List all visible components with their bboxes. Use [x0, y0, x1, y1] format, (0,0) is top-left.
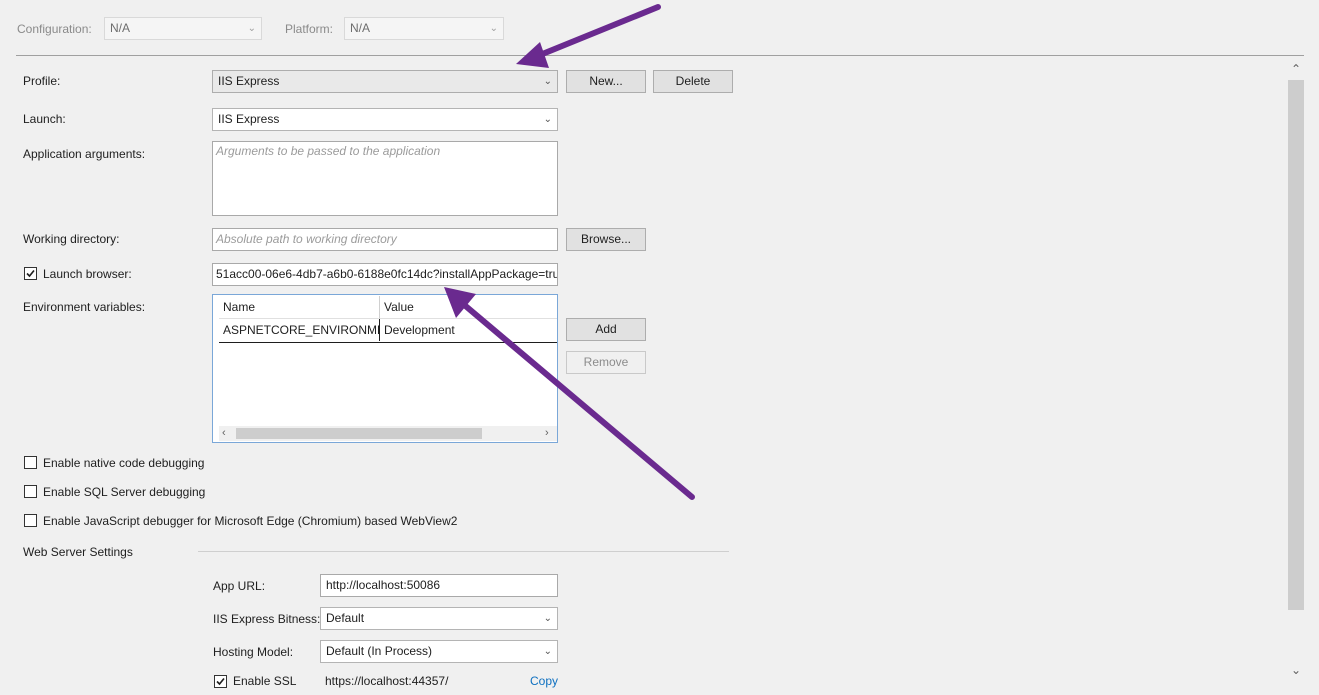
- working-dir-input[interactable]: Absolute path to working directory: [212, 228, 558, 251]
- web-server-divider: [198, 551, 729, 552]
- scrollbar-thumb[interactable]: [236, 428, 482, 439]
- working-dir-placeholder: Absolute path to working directory: [216, 232, 397, 246]
- native-debugging-label: Enable native code debugging: [43, 456, 205, 470]
- platform-label: Platform:: [285, 22, 334, 36]
- chevron-down-icon: ⌄: [543, 646, 552, 657]
- bitness-value: Default: [326, 611, 365, 625]
- hosting-model-dropdown[interactable]: Default (In Process) ⌄: [320, 640, 558, 663]
- chevron-down-icon: ⌄: [543, 76, 552, 87]
- web-server-section-title: Web Server Settings: [23, 545, 133, 559]
- sql-debugging-label: Enable SQL Server debugging: [43, 485, 206, 499]
- launch-browser-label: Launch browser:: [43, 267, 132, 281]
- native-debugging-checkbox[interactable]: [24, 456, 37, 469]
- add-env-var-button[interactable]: Add: [566, 318, 646, 341]
- scroll-up-icon[interactable]: ⌃: [1291, 62, 1301, 76]
- chevron-down-icon: ⌄: [489, 23, 498, 34]
- delete-profile-button[interactable]: Delete: [653, 70, 733, 93]
- checkmark-icon: [216, 677, 225, 686]
- enable-ssl-label: Enable SSL: [233, 674, 297, 688]
- env-var-name-cell[interactable]: ASPNETCORE_ENVIRONMENT: [219, 319, 380, 341]
- annotation-arrows: [444, 4, 695, 500]
- env-vars-column-name[interactable]: Name: [219, 296, 380, 318]
- launch-browser-url-input[interactable]: 51acc00-06e6-4db7-a6b0-6188e0fc14dc?inst…: [212, 263, 558, 286]
- top-divider: [16, 55, 1304, 56]
- env-vars-header: Name Value: [219, 296, 557, 319]
- launch-label: Launch:: [23, 112, 66, 126]
- checkmark-icon: [26, 269, 35, 278]
- launch-dropdown[interactable]: IIS Express ⌄: [212, 108, 558, 131]
- app-args-placeholder: Arguments to be passed to the applicatio…: [216, 144, 441, 158]
- chevron-down-icon: ⌄: [247, 23, 256, 34]
- configuration-value: N/A: [110, 21, 131, 35]
- launch-value: IIS Express: [218, 112, 280, 126]
- vertical-scrollbar[interactable]: ⌃ ⌄: [1287, 62, 1305, 695]
- app-args-textarea[interactable]: Arguments to be passed to the applicatio…: [212, 141, 558, 216]
- browse-button[interactable]: Browse...: [566, 228, 646, 251]
- configuration-dropdown[interactable]: N/A ⌄: [104, 17, 262, 40]
- profile-label: Profile:: [23, 74, 61, 88]
- app-url-label: App URL:: [213, 579, 266, 593]
- platform-value: N/A: [350, 21, 371, 35]
- launch-browser-url-value: 51acc00-06e6-4db7-a6b0-6188e0fc14dc?inst…: [216, 267, 558, 281]
- chevron-down-icon: ⌄: [543, 613, 552, 624]
- app-args-label: Application arguments:: [23, 147, 146, 161]
- hosting-model-value: Default (In Process): [326, 644, 433, 658]
- vertical-scrollbar-thumb[interactable]: [1288, 80, 1304, 610]
- copy-ssl-url-link[interactable]: Copy: [530, 674, 558, 688]
- horizontal-scrollbar[interactable]: ‹ ›: [219, 426, 557, 441]
- scroll-left-icon[interactable]: ‹: [222, 426, 226, 441]
- app-url-input[interactable]: http://localhost:50086: [320, 574, 558, 597]
- sql-debugging-checkbox[interactable]: [24, 485, 37, 498]
- remove-env-var-button[interactable]: Remove: [566, 351, 646, 374]
- scroll-right-icon[interactable]: ›: [545, 426, 549, 441]
- profile-value: IIS Express: [218, 74, 280, 88]
- configuration-label: Configuration:: [17, 22, 92, 36]
- enable-ssl-checkbox[interactable]: [214, 675, 227, 688]
- annotation-arrow-profile: [516, 4, 661, 68]
- working-dir-label: Working directory:: [23, 232, 120, 246]
- js-debugger-checkbox[interactable]: [24, 514, 37, 527]
- js-debugger-label: Enable JavaScript debugger for Microsoft…: [43, 514, 458, 528]
- launch-browser-checkbox[interactable]: [24, 267, 37, 280]
- profile-dropdown[interactable]: IIS Express ⌄: [212, 70, 558, 93]
- chevron-down-icon: ⌄: [543, 114, 552, 125]
- env-vars-label: Environment variables:: [23, 300, 146, 314]
- scroll-down-icon[interactable]: ⌄: [1291, 663, 1301, 677]
- env-var-value-cell[interactable]: Development: [380, 319, 557, 341]
- env-vars-column-value[interactable]: Value: [380, 296, 557, 318]
- env-vars-grid[interactable]: Name Value ASPNETCORE_ENVIRONMENT Develo…: [212, 294, 558, 443]
- ssl-url-value: https://localhost:44357/: [325, 674, 449, 688]
- new-profile-button[interactable]: New...: [566, 70, 646, 93]
- app-url-value: http://localhost:50086: [326, 578, 441, 592]
- bitness-label: IIS Express Bitness:: [213, 612, 321, 626]
- platform-dropdown[interactable]: N/A ⌄: [344, 17, 504, 40]
- bitness-dropdown[interactable]: Default ⌄: [320, 607, 558, 630]
- hosting-model-label: Hosting Model:: [213, 645, 294, 659]
- table-row[interactable]: ASPNETCORE_ENVIRONMENT Development: [219, 319, 557, 343]
